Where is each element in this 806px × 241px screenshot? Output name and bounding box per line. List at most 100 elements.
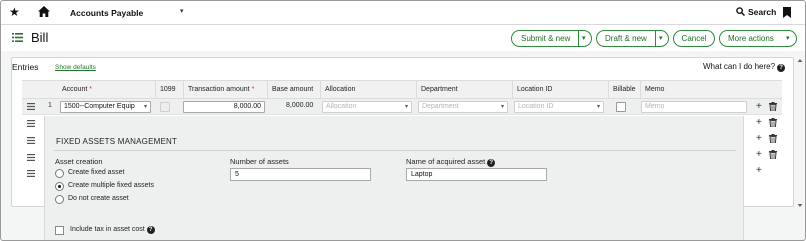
include-tax-checkbox[interactable] bbox=[55, 226, 64, 235]
page-title: Bill bbox=[31, 30, 49, 45]
col-memo-label: Memo bbox=[645, 86, 665, 93]
bookmark-icon[interactable] bbox=[783, 7, 791, 20]
drag-handle-icon[interactable] bbox=[27, 103, 35, 112]
question-icon[interactable]: ? bbox=[146, 226, 155, 234]
grid-header: Account * 1099 Transaction amount * Base… bbox=[22, 80, 782, 99]
add-row-icon[interactable]: + bbox=[756, 118, 762, 128]
submit-new-button[interactable]: Submit & new ▾ bbox=[511, 30, 592, 47]
create-multiple-assets-radio[interactable] bbox=[55, 182, 64, 191]
vertical-scrollbar[interactable] bbox=[797, 58, 803, 208]
col-allocation: Allocation bbox=[320, 81, 416, 98]
add-row-icon[interactable]: + bbox=[756, 102, 762, 112]
do-not-create-asset-radio[interactable] bbox=[55, 195, 64, 204]
trash-icon[interactable] bbox=[769, 150, 777, 161]
draft-new-label: Draft & new bbox=[605, 34, 647, 43]
transaction-amount-input[interactable]: 8,000.00 bbox=[183, 101, 265, 113]
create-fixed-asset-label[interactable]: Create fixed asset bbox=[68, 169, 124, 176]
search-label: Search bbox=[748, 7, 777, 17]
col-department-label: Department bbox=[421, 86, 458, 93]
required-mark: * bbox=[251, 86, 255, 93]
fixed-assets-panel: FIXED ASSETS MANAGEMENT Asset creation C… bbox=[44, 116, 744, 240]
cancel-button[interactable]: Cancel bbox=[673, 30, 715, 47]
cancel-label: Cancel bbox=[681, 34, 707, 43]
chevron-down-icon: ▾ bbox=[786, 35, 790, 42]
add-row-icon[interactable]: + bbox=[756, 150, 762, 160]
col-1099-label: 1099 bbox=[160, 86, 176, 93]
acquired-asset-name-value: Laptop bbox=[411, 171, 433, 178]
col-memo: Memo bbox=[640, 81, 749, 98]
create-fixed-asset-radio[interactable] bbox=[55, 169, 64, 178]
col-location-id: Location ID bbox=[512, 81, 608, 98]
account-select[interactable]: 1500--Computer Equip ▾ bbox=[60, 101, 151, 113]
app-window: ★ Accounts Payable ▾ Search Bill Submit … bbox=[0, 0, 806, 241]
chevron-down-icon[interactable]: ▾ bbox=[582, 31, 586, 46]
show-defaults-link[interactable]: Show defaults bbox=[55, 64, 96, 71]
search-icon bbox=[736, 7, 746, 18]
chevron-down-icon: ▾ bbox=[143, 104, 147, 110]
include-tax-text: Include tax in asset cost bbox=[70, 226, 145, 233]
trash-icon[interactable] bbox=[769, 102, 777, 113]
drag-handle-icon[interactable] bbox=[27, 154, 35, 163]
allocation-placeholder: Allocation bbox=[326, 103, 357, 110]
more-actions-button[interactable]: More actions ▾ bbox=[719, 30, 797, 47]
add-row-icon[interactable]: + bbox=[756, 166, 762, 176]
home-icon[interactable] bbox=[38, 6, 50, 19]
drag-handle-icon[interactable] bbox=[27, 120, 35, 129]
create-multiple-assets-label[interactable]: Create multiple fixed assets bbox=[68, 182, 154, 189]
col-department: Department bbox=[416, 81, 512, 98]
col-1099: 1099 bbox=[155, 81, 183, 98]
help-link[interactable]: What can I do here?? bbox=[703, 62, 786, 72]
drag-handle-icon[interactable] bbox=[27, 170, 35, 179]
module-chevron-down-icon[interactable]: ▾ bbox=[180, 7, 184, 15]
col-account-label: Account bbox=[62, 86, 88, 93]
more-actions-label: More actions bbox=[728, 34, 774, 43]
trash-icon[interactable] bbox=[769, 134, 777, 145]
asset-creation-label: Asset creation bbox=[55, 157, 103, 166]
department-select[interactable]: Department ▾ bbox=[418, 101, 508, 113]
row-number: 1 bbox=[48, 102, 52, 109]
do-not-create-asset-label[interactable]: Do not create asset bbox=[68, 195, 129, 202]
chevron-down-icon: ▾ bbox=[500, 104, 504, 110]
acquired-asset-name-input[interactable]: Laptop bbox=[406, 168, 547, 181]
draft-new-button[interactable]: Draft & new ▾ bbox=[596, 30, 669, 47]
col-allocation-label: Allocation bbox=[325, 86, 356, 93]
divider bbox=[578, 31, 579, 46]
billable-checkbox[interactable] bbox=[616, 102, 626, 112]
question-icon: ? bbox=[777, 64, 786, 72]
submit-new-label: Submit & new bbox=[521, 34, 571, 43]
add-row-icon[interactable]: + bbox=[756, 134, 762, 144]
module-title[interactable]: Accounts Payable bbox=[70, 8, 143, 18]
department-placeholder: Department bbox=[422, 103, 459, 110]
help-text: What can I do here? bbox=[703, 62, 776, 71]
number-of-assets-value: 5 bbox=[235, 171, 239, 178]
col-base-amount-label: Base amount bbox=[272, 86, 314, 93]
col-billable-label: Billable bbox=[613, 86, 636, 93]
allocation-select[interactable]: Allocation ▾ bbox=[322, 101, 412, 113]
drag-handle-icon[interactable] bbox=[27, 137, 35, 146]
col-base-amount: Base amount bbox=[267, 81, 320, 98]
chevron-down-icon: ▾ bbox=[404, 104, 408, 110]
1099-checkbox[interactable] bbox=[160, 102, 170, 112]
number-of-assets-input[interactable]: 5 bbox=[230, 168, 371, 181]
entries-label: Entries bbox=[12, 62, 39, 72]
trash-icon[interactable] bbox=[769, 118, 777, 129]
location-placeholder: Location ID bbox=[518, 103, 554, 110]
col-transaction-amount-label: Transaction amount bbox=[188, 86, 250, 93]
chevron-down-icon[interactable]: ▾ bbox=[659, 31, 663, 46]
include-tax-label: Include tax in asset cost? bbox=[70, 226, 155, 234]
list-icon[interactable] bbox=[12, 33, 23, 44]
page-header: Bill Submit & new ▾ Draft & new ▾ Cancel… bbox=[1, 25, 805, 51]
col-billable: Billable bbox=[608, 81, 640, 98]
memo-input[interactable]: Memo bbox=[641, 101, 747, 113]
search-button[interactable]: Search bbox=[736, 7, 776, 18]
memo-placeholder: Memo bbox=[645, 103, 665, 110]
chevron-down-icon: ▾ bbox=[596, 104, 600, 110]
location-id-select[interactable]: Location ID ▾ bbox=[514, 101, 604, 113]
question-icon[interactable]: ? bbox=[487, 159, 496, 167]
acquired-asset-name-text: Name of acquired asset bbox=[406, 157, 486, 166]
star-icon[interactable]: ★ bbox=[9, 6, 20, 18]
table-row: 1 1500--Computer Equip ▾ 8,000.00 8,000.… bbox=[22, 99, 782, 115]
divider bbox=[655, 31, 656, 46]
col-transaction-amount: Transaction amount * bbox=[183, 81, 267, 98]
transaction-amount-value: 8,000.00 bbox=[233, 103, 261, 110]
